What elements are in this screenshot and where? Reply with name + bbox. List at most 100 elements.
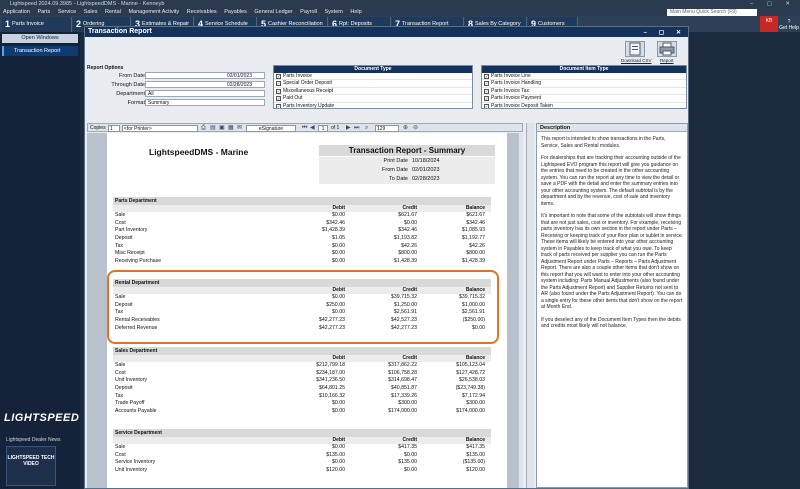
section-header: Parts Department <box>113 197 491 205</box>
report-options-header: Report Options <box>87 65 124 71</box>
open-windows-header[interactable]: Open Windows <box>2 34 78 43</box>
checkbox[interactable]: ✓ <box>484 81 489 87</box>
menu-parts[interactable]: Parts <box>37 9 50 15</box>
table-row: Cost $342.46 $0.00 $342.46 <box>113 220 491 228</box>
balance-cell: $1,085.93 <box>461 227 485 234</box>
list-item[interactable]: ✓ Parts Invoice Deposit Taken <box>482 103 686 108</box>
report-button[interactable] <box>657 41 677 57</box>
quick-search-input[interactable]: Main Menu Quick Search (F9) <box>667 9 757 16</box>
mail-icon[interactable]: ✉ <box>237 124 242 132</box>
credit-cell: $417.35 <box>398 444 417 450</box>
description-text: This report is intended to show transact… <box>537 132 687 330</box>
list-item[interactable]: ✓ Parts Invoice Tax <box>482 88 686 96</box>
zoom-in-icon[interactable]: ⊕ <box>403 124 408 132</box>
list-item[interactable]: ✓ Parts Invoice <box>274 73 472 81</box>
menu-sales[interactable]: Sales <box>84 9 98 15</box>
list-item[interactable]: ✓ Paid Out <box>274 95 472 103</box>
checkbox[interactable]: ✓ <box>276 81 281 87</box>
checkbox[interactable]: ✓ <box>276 103 281 108</box>
user-badge[interactable]: KB <box>760 16 778 32</box>
sidebar-item-transaction-report[interactable]: Transaction Report <box>2 46 78 56</box>
search-icon[interactable]: ⌕ <box>365 124 368 132</box>
checkbox[interactable]: ✓ <box>484 96 489 102</box>
list-item[interactable]: ✓ Special Order Deposit <box>274 80 472 88</box>
menu-general-ledger[interactable]: General Ledger <box>254 9 292 15</box>
export-icon[interactable]: ▦ <box>228 124 234 132</box>
list-item[interactable]: ✓ Parts Invoice Handling <box>482 80 686 88</box>
window-controls[interactable]: – ▢ ✕ <box>750 0 796 8</box>
prev-page-icon[interactable]: ◀ <box>310 124 315 132</box>
credit-cell: $314,698.47 <box>388 377 417 384</box>
table-row: Trade Payoff $0.00 $300.00 $300.00 <box>113 400 491 408</box>
format-row: Format Summary <box>87 99 267 107</box>
next-page-icon[interactable]: ▶ <box>346 124 351 132</box>
format-select[interactable]: Summary <box>145 99 265 106</box>
first-page-icon[interactable]: ⏮ <box>302 124 307 132</box>
checkbox[interactable]: ✓ <box>484 74 489 79</box>
account-label: Unit Inventory <box>115 467 148 474</box>
report-scrollbar[interactable] <box>519 133 523 488</box>
tech-video-promo[interactable]: LIGHTSPEED TECH VIDEO <box>6 446 56 486</box>
list-item[interactable]: ✓ Parts Inventory Update <box>274 103 472 108</box>
account-label: Sale <box>115 362 126 368</box>
print-icon[interactable]: ⎙ <box>201 124 206 132</box>
department-select[interactable]: All <box>145 90 265 97</box>
credit-cell: $40,851.87 <box>391 385 417 392</box>
printer-select[interactable]: <for Printer> <box>122 124 198 132</box>
through-date-field[interactable]: 02/28/2023 <box>145 81 265 88</box>
debit-cell: $0.00 <box>332 242 345 249</box>
debit-cell: $212,799.18 <box>316 362 345 368</box>
menu-receivables[interactable]: Receivables <box>187 9 217 15</box>
account-label: Receiving Purchase <box>115 258 162 265</box>
download-csv-button[interactable] <box>625 41 645 57</box>
dealer-news-label[interactable]: Lightspeed Dealer News <box>6 437 60 443</box>
zoom-select[interactable]: 129 <box>375 124 399 132</box>
save-icon[interactable]: ▣ <box>219 124 225 132</box>
list-item[interactable]: ✓ Parts Invoice Payment <box>482 95 686 103</box>
debit-cell: $0.00 <box>332 400 345 407</box>
checkbox[interactable]: ✓ <box>276 88 281 94</box>
column-header-row: Debit Credit Balance <box>113 355 491 362</box>
table-row: Tax $10,166.32 $17,339.26 $7,172.94 <box>113 393 491 401</box>
page-input[interactable]: 1 <box>318 124 328 132</box>
menu-payroll[interactable]: Payroll <box>300 9 317 15</box>
menu-application[interactable]: Application <box>3 9 30 15</box>
esignature-button[interactable]: eSignature <box>246 124 296 132</box>
debit-cell: $0.00 <box>332 408 345 415</box>
balance-header: Balance <box>465 205 485 211</box>
parts-department-section: Parts Department Debit Credit Balance Sale $0… <box>113 197 491 266</box>
debit-cell: $234,187.00 <box>316 369 345 376</box>
description-paragraph: If you deselect any of the Document Item… <box>541 316 681 330</box>
from-date-field[interactable]: 02/01/2023 <box>145 72 265 79</box>
checkbox[interactable]: ✓ <box>484 103 489 108</box>
window-controls[interactable]: – ▢ ✕ <box>644 28 686 38</box>
menu-rental[interactable]: Rental <box>105 9 121 15</box>
tab-parts-invoice[interactable]: 1 Parts Invoice <box>2 17 72 32</box>
balance-header: Balance <box>465 355 485 361</box>
list-item[interactable]: ✓ Miscellaneous Receipt <box>274 88 472 96</box>
zoom-out-icon[interactable]: ⊖ <box>413 124 418 132</box>
report-label[interactable]: Report <box>660 58 674 63</box>
panel-splitter[interactable] <box>526 123 534 488</box>
download-csv-label[interactable]: Download CSV <box>621 58 652 63</box>
list-item[interactable]: ✓ Parts Invoice Line <box>482 73 686 81</box>
checkbox[interactable]: ✓ <box>276 74 281 79</box>
credit-cell: $42.26 <box>401 242 417 249</box>
menu-help[interactable]: Help <box>350 9 361 15</box>
copies-input[interactable]: 1 <box>108 124 120 132</box>
debit-cell: $64,801.25 <box>319 385 345 392</box>
checkbox[interactable]: ✓ <box>276 96 281 102</box>
menu-service[interactable]: Service <box>58 9 76 15</box>
menu-system[interactable]: System <box>325 9 343 15</box>
last-page-icon[interactable]: ⏭ <box>354 124 359 132</box>
open-icon[interactable]: ▤ <box>210 124 216 132</box>
format-label: Format <box>127 100 145 106</box>
checkbox[interactable]: ✓ <box>484 88 489 94</box>
through-date-label: Through Date <box>111 82 145 88</box>
menu-management-activity[interactable]: Management Activity <box>128 9 179 15</box>
from-date-label: From Date <box>119 73 145 79</box>
menu-payables[interactable]: Payables <box>224 9 247 15</box>
get-help-button[interactable]: ? Get Help <box>778 16 800 32</box>
csv-icon <box>629 42 641 56</box>
credit-cell: $0.00 <box>404 219 417 226</box>
